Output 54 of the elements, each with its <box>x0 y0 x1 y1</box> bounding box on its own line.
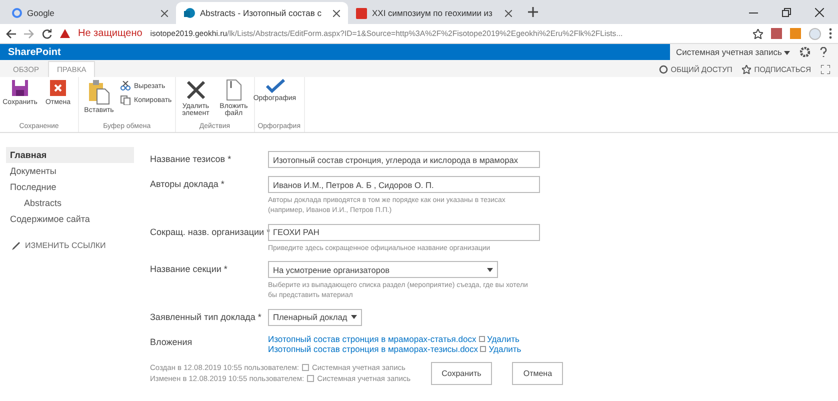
restore-icon[interactable] <box>782 8 791 16</box>
reload-icon[interactable] <box>42 28 52 38</box>
close-icon[interactable] <box>815 8 824 16</box>
nav-link[interactable]: Последние <box>6 179 134 195</box>
settings-icon[interactable] <box>800 47 810 57</box>
delete-link[interactable]: Удалить <box>486 334 520 344</box>
checkmark-icon <box>264 79 286 93</box>
nav-link[interactable]: Главная <box>6 147 134 163</box>
star-icon[interactable] <box>753 28 763 38</box>
copy-icon <box>120 95 131 105</box>
x-mark-icon <box>184 79 207 101</box>
field-label: Вложения <box>150 336 194 349</box>
dropdown[interactable]: На усмотрение организаторов <box>268 261 498 278</box>
caret-icon <box>351 315 358 320</box>
delete-link[interactable]: Удалить <box>488 344 522 354</box>
caret-icon <box>487 268 493 272</box>
nav-link[interactable]: Документы <box>6 163 134 179</box>
security-warning[interactable]: Не защищено <box>78 28 142 39</box>
plus-icon[interactable] <box>528 7 538 17</box>
field-label: Название тезисов * <box>150 153 232 166</box>
nav-link[interactable]: Abstracts <box>6 195 134 211</box>
menu-icon[interactable] <box>829 28 832 39</box>
warning-icon <box>60 29 70 38</box>
text-field[interactable]: Изотопный состав стронция, углерода и кислорода в мраморах <box>268 151 540 168</box>
star-icon <box>742 65 752 74</box>
attachment-link[interactable]: Изотопный состав стронция в мраморах-тезисы.docx <box>268 344 478 354</box>
user-menu[interactable]: Системная учетная запись <box>676 47 790 57</box>
form-button[interactable]: Сохранить <box>430 362 492 385</box>
pencil-icon <box>12 242 20 250</box>
tab-title: Google <box>27 8 56 18</box>
close-icon[interactable] <box>505 10 512 16</box>
scissors-icon <box>120 81 131 91</box>
field-label: Название секции * <box>150 263 228 276</box>
edit-links-link[interactable]: ИЗМЕНИТЬ ССЫЛКИ <box>6 227 138 264</box>
back-arrow-icon[interactable] <box>6 28 16 38</box>
browser-tab[interactable]: XXI симпозиум по геохимии из <box>348 2 520 24</box>
text-field[interactable]: Иванов И.М., Петров А. Б , Сидоров О. П. <box>268 176 540 193</box>
brand-name[interactable]: SharePoint <box>8 46 61 58</box>
focus-icon[interactable] <box>821 65 830 74</box>
form-button[interactable]: Отмена <box>512 362 564 385</box>
help-icon[interactable] <box>820 47 828 57</box>
browser-tab[interactable]: Google <box>4 2 176 24</box>
sync-icon <box>658 65 668 74</box>
tab-title: Abstracts - Изотопный состав с <box>200 8 322 18</box>
tab-title: XXI симпозиум по геохимии из <box>372 8 494 18</box>
attachment-link[interactable]: Изотопный состав стронция в мраморах-статья.docx <box>268 334 476 344</box>
close-icon[interactable] <box>161 10 168 16</box>
caret-icon <box>784 51 790 55</box>
dropdown[interactable]: Пленарный доклад <box>268 308 362 326</box>
field-label: Авторы доклада * <box>150 178 226 191</box>
nav-link[interactable]: Содержимое сайта <box>6 211 134 227</box>
browser-tab[interactable]: Abstracts - Изотопный состав с <box>176 2 348 24</box>
close-icon[interactable] <box>333 10 340 16</box>
field-label: Заявленный тип доклада * <box>150 310 262 324</box>
